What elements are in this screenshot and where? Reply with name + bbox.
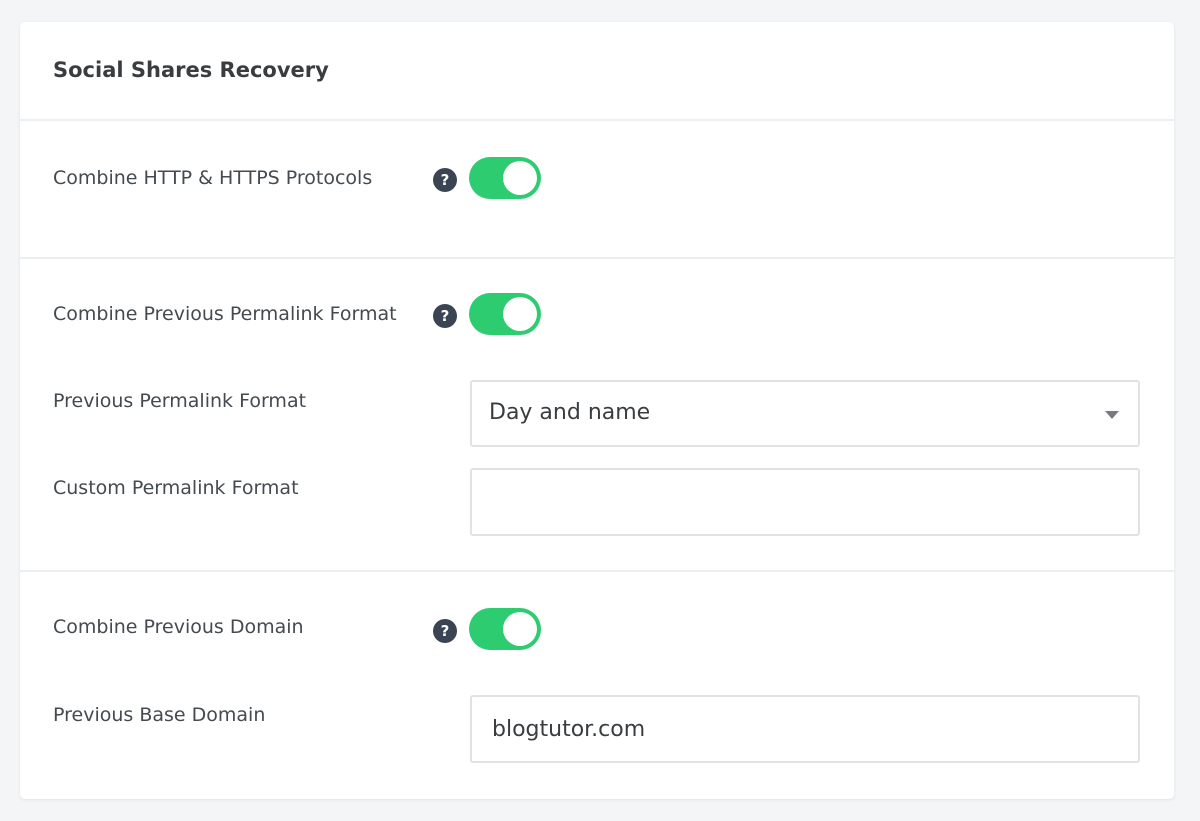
question-circle-icon[interactable]: ? [433, 304, 457, 328]
panel-title: Social Shares Recovery [53, 58, 329, 82]
combine-permalink-label: Combine Previous Permalink Format [53, 303, 397, 325]
social-shares-recovery-panel: Social Shares Recovery Combine HTTP & HT… [20, 22, 1174, 799]
previous-base-domain-label: Previous Base Domain [53, 704, 266, 726]
select-value: Day and name [489, 400, 651, 425]
previous-base-domain-input[interactable] [470, 695, 1140, 763]
previous-permalink-format-select[interactable]: Day and name [470, 380, 1140, 447]
toggle-knob [503, 297, 537, 331]
custom-permalink-format-input[interactable] [470, 468, 1140, 536]
combine-protocols-label: Combine HTTP & HTTPS Protocols [53, 167, 373, 189]
section-permalink: Combine Previous Permalink Format ? Prev… [20, 259, 1174, 572]
question-circle-icon[interactable]: ? [433, 619, 457, 643]
caret-down-icon [1105, 411, 1119, 419]
combine-permalink-toggle[interactable] [469, 293, 541, 335]
combine-domain-label: Combine Previous Domain [53, 616, 304, 638]
section-domain: Combine Previous Domain ? Previous Base … [20, 574, 1174, 799]
panel-header: Social Shares Recovery [20, 22, 1174, 121]
section-protocols: Combine HTTP & HTTPS Protocols ? [20, 123, 1174, 259]
toggle-knob [503, 612, 537, 646]
combine-protocols-toggle[interactable] [469, 157, 541, 199]
toggle-knob [503, 161, 537, 195]
combine-domain-toggle[interactable] [469, 608, 541, 650]
custom-permalink-format-label: Custom Permalink Format [53, 477, 299, 499]
previous-permalink-format-label: Previous Permalink Format [53, 390, 307, 412]
question-circle-icon[interactable]: ? [433, 168, 457, 192]
